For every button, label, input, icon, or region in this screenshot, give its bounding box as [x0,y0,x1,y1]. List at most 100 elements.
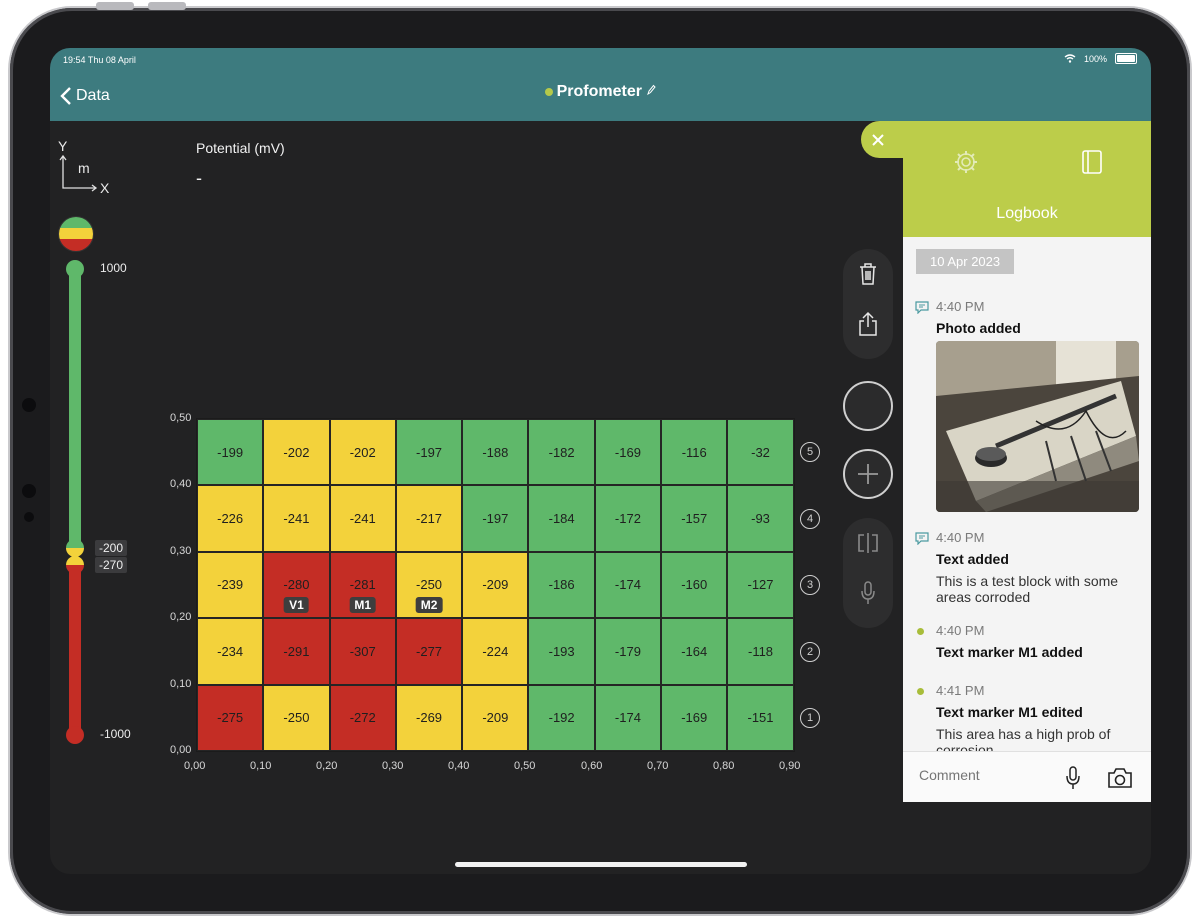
slider-min-label: -1000 [100,727,131,741]
grid-cell[interactable]: -197 [462,485,529,552]
grid-cell[interactable]: -174 [594,684,662,751]
entry-photo[interactable] [936,341,1139,512]
grid-cell[interactable]: -182 [528,419,595,486]
logbook-header: Logbook [903,121,1151,237]
color-scale-icon[interactable] [58,216,94,252]
cell-value: -192 [548,710,575,726]
grid-cell[interactable]: -184 [528,485,595,552]
entry-text: This is a test block with some areas cor… [936,573,1119,605]
camera-icon[interactable] [1107,767,1133,789]
grid-cell[interactable]: -93 [727,485,794,552]
grid-cell[interactable]: -160 [661,551,728,619]
comment-input[interactable] [917,766,1061,784]
grid-cell[interactable]: -250M2T [395,551,463,630]
cell-value: -269 [416,710,443,726]
slider-max-knob[interactable] [66,260,84,278]
cell-value: -197 [416,444,443,460]
share-button[interactable] [843,299,893,349]
grid-cell[interactable]: -192 [528,684,595,751]
grid-cell[interactable]: -186 [528,551,595,619]
cell-value: -193 [548,643,575,659]
tools-pill-bottom [843,518,893,628]
grid-cell[interactable]: -151 [727,684,794,751]
add-button[interactable] [843,449,893,499]
x-tick: 0,00 [184,760,206,772]
record-button[interactable] [843,381,893,431]
grid-cell[interactable]: -272 [329,684,396,751]
microphone-icon[interactable] [1065,766,1081,790]
compare-button[interactable] [843,518,893,568]
grid-cell[interactable]: -217 [395,485,463,552]
cell-value: -202 [283,444,310,460]
notebook-icon[interactable] [1081,149,1103,175]
pencil-icon[interactable] [646,84,657,96]
row-number[interactable]: 4 [800,509,820,529]
grid-cell[interactable]: -226 [197,485,264,552]
grid-cell[interactable]: -193 [528,618,595,685]
delete-button[interactable] [843,249,893,299]
grid-cell[interactable]: -209 [462,684,529,751]
cell-value: -174 [614,710,641,726]
grid-cell[interactable]: -164 [661,618,728,685]
cell-value: -199 [217,444,244,460]
grid-cell[interactable]: -307 [329,618,396,685]
grid-cell[interactable]: -32 [727,419,794,486]
map-marker[interactable]: V1 [284,596,309,613]
grid-cell[interactable]: -169 [594,419,662,486]
battery-percent: 100% [1083,53,1107,64]
grid-cell[interactable]: -275 [197,684,264,751]
grid-cell[interactable]: -241 [329,485,396,552]
grid-cell[interactable]: -291 [263,618,330,685]
grid-cell[interactable]: -174 [594,551,662,619]
slider-green-track [69,268,81,551]
cell-value: -209 [482,710,509,726]
grid-cell[interactable]: -209 [462,551,529,619]
grid-cell[interactable]: -277 [395,618,463,685]
gear-icon[interactable] [953,149,979,175]
axis-y-label: Y [58,138,68,154]
page-title[interactable]: Profometer [50,83,1151,101]
split-view-icon [858,533,878,553]
grid-cell[interactable]: -234 [197,618,264,685]
row-number[interactable]: 5 [800,442,820,462]
microphone-icon [861,581,875,604]
cell-value: -250 [416,577,443,593]
voice-button[interactable] [843,568,893,618]
grid-cell[interactable]: -116 [661,419,728,486]
cell-value: -217 [416,511,443,527]
map-marker[interactable]: M1 [349,596,377,613]
grid-cell[interactable]: -157 [661,485,728,552]
grid-cell[interactable]: -250 [263,684,330,751]
potential-grid[interactable]: -199 -202 -202 -197 -188 -182 -169 -116 -32 -226 -… [196,418,795,752]
trash-icon [860,263,876,285]
grid-cell[interactable]: -241 [263,485,330,552]
slider-upper-threshold-knob[interactable] [66,539,84,557]
grid-cell[interactable]: -224 [462,618,529,685]
cell-value: -291 [283,643,310,659]
grid-cell[interactable]: -127 [727,551,794,619]
grid-cell[interactable]: -202 [329,419,396,486]
row-number[interactable]: 2 [800,642,820,662]
grid-cell[interactable]: -199 [197,419,264,486]
entry-time: 4:40 PM [936,623,985,638]
grid-cell[interactable]: -269 [395,684,463,751]
row-number[interactable]: 1 [800,708,820,728]
cell-value: -164 [681,643,708,659]
grid-cell[interactable]: -172 [594,485,662,552]
grid-cell[interactable]: -239 [197,551,264,619]
row-number[interactable]: 3 [800,575,820,595]
grid-cell[interactable]: -118 [727,618,794,685]
grid-cell[interactable]: -281M1T [329,551,396,630]
grid-cell[interactable]: -169 [661,684,728,751]
grid-cell[interactable]: -280V10:05 [263,551,330,630]
grid-cell[interactable]: -202 [263,419,330,486]
grid-cell[interactable]: -188 [462,419,529,486]
grid-cell[interactable]: -197 [395,419,463,486]
cell-value: -151 [747,710,774,726]
cell-value: -224 [482,643,509,659]
slider-min-knob[interactable] [66,726,84,744]
cell-value: -179 [614,643,641,659]
map-marker[interactable]: M2 [415,596,443,613]
grid-cell[interactable]: -179 [594,618,662,685]
slider-lower-threshold-knob[interactable] [66,556,84,574]
